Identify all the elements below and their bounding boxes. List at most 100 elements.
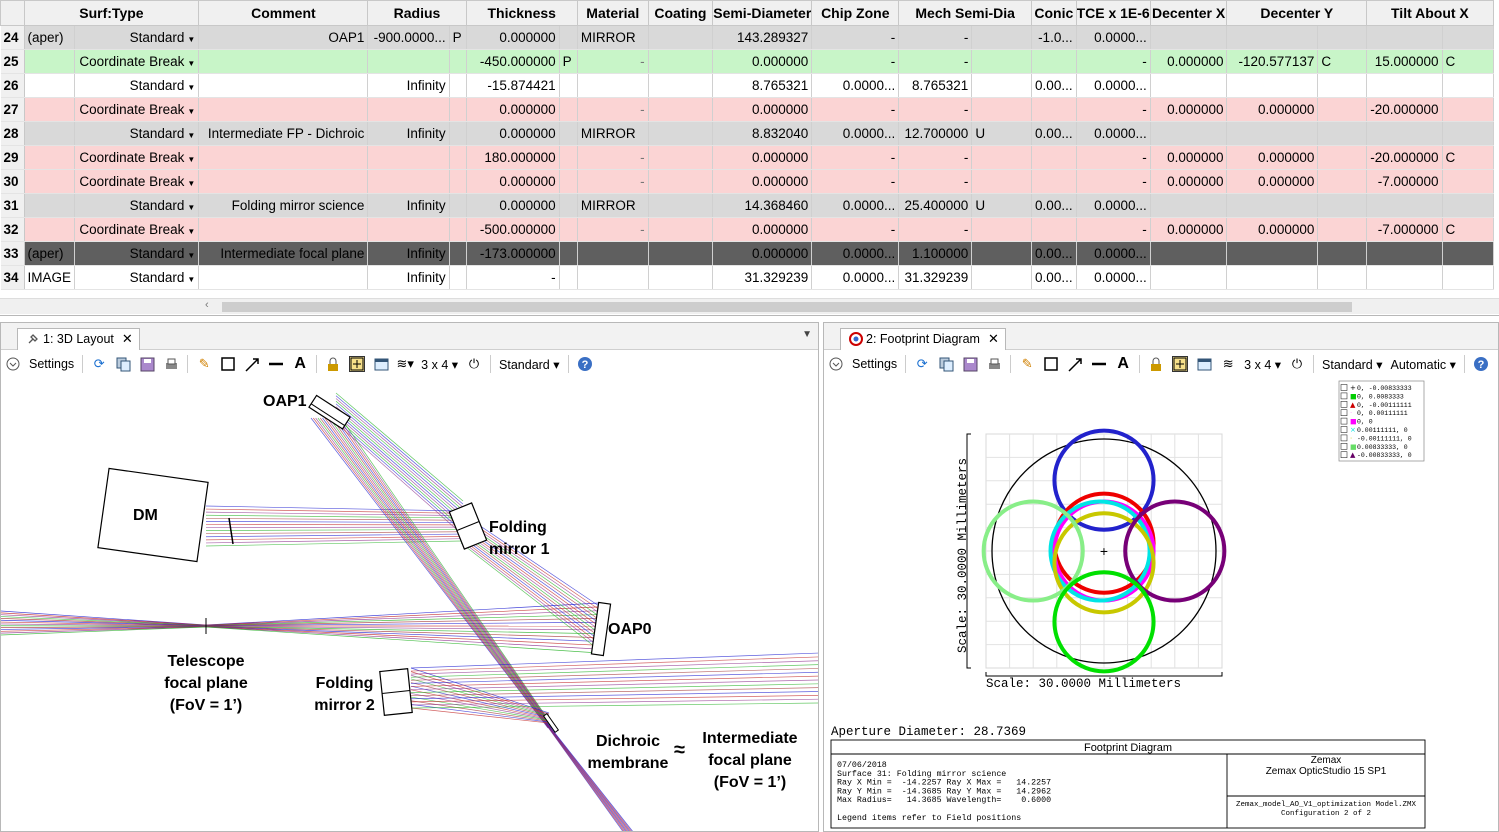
cell-dys[interactable] (1317, 265, 1368, 290)
close-icon[interactable]: ✕ (988, 331, 999, 346)
col-material[interactable]: Material (576, 0, 649, 26)
cell-mech[interactable]: 8.765321 (898, 73, 973, 98)
crosshair-icon[interactable] (349, 356, 366, 372)
cell-coating[interactable] (648, 145, 714, 170)
crosshair-icon[interactable] (1172, 356, 1189, 372)
cell-tilt[interactable] (1366, 193, 1443, 218)
cell-comment[interactable]: Folding mirror science (198, 193, 369, 218)
cell-ms[interactable] (971, 25, 1033, 50)
cell-tce[interactable]: 0.0000... (1076, 265, 1151, 290)
cell-ts[interactable]: P (559, 49, 578, 74)
col-tilt-about-x[interactable]: Tilt About X (1366, 0, 1494, 26)
cell-tce[interactable]: - (1076, 217, 1151, 242)
cell-surf-type[interactable]: Standard ▼ (74, 241, 200, 266)
settings-chevron-icon[interactable] (5, 356, 21, 372)
col-decenter-x[interactable]: Decenter X (1149, 0, 1228, 26)
cell-ms[interactable] (971, 169, 1033, 194)
cell-material[interactable]: MIRROR (577, 193, 649, 218)
dropdown-icon[interactable]: ▼ (187, 251, 195, 260)
cell-thickness[interactable]: -173.000000 (466, 241, 560, 266)
cell-material[interactable]: - (577, 49, 649, 74)
cell-dy[interactable] (1226, 25, 1319, 50)
window-icon[interactable] (373, 356, 389, 372)
copy-icon[interactable] (115, 356, 131, 372)
table-row[interactable]: 25 Coordinate Break ▼ -450.000000 P -0.000000… (0, 49, 1499, 74)
cell-ms[interactable]: U (971, 193, 1033, 218)
cell-ts[interactable] (559, 121, 578, 146)
cell-dy[interactable] (1226, 265, 1319, 290)
cell-chip[interactable]: 0.0000... (811, 121, 900, 146)
cell-conic[interactable] (1031, 217, 1077, 242)
table-row[interactable]: 27 Coordinate Break ▼ 0.000000-0.000000- - -0… (0, 97, 1499, 122)
cell-dy[interactable] (1226, 121, 1319, 146)
cell-comment[interactable]: OAP1 (198, 25, 369, 50)
cell-radius[interactable] (367, 217, 450, 242)
cell-chip[interactable]: - (811, 145, 900, 170)
cell-coating[interactable] (648, 121, 714, 146)
legend-checkbox[interactable] (1340, 434, 1348, 442)
cell-ts[interactable] (559, 241, 578, 266)
cell-coating[interactable] (648, 241, 714, 266)
cell-coating[interactable] (648, 49, 714, 74)
cell-ms[interactable] (971, 145, 1033, 170)
cell-tce[interactable]: 0.0000... (1076, 25, 1151, 50)
cell-mech[interactable]: - (898, 25, 973, 50)
horizontal-scrollbar[interactable]: ‹ (0, 298, 1499, 314)
settings-chevron-icon[interactable] (828, 356, 844, 372)
mode-dropdown[interactable]: Standard ▾ (499, 357, 559, 372)
refresh-icon[interactable]: ⟳ (91, 356, 107, 372)
cell-dy[interactable]: 0.000000 (1226, 145, 1319, 170)
cell-rs[interactable] (449, 121, 467, 146)
cell-ts[interactable] (559, 265, 578, 290)
cell-dx[interactable] (1150, 121, 1228, 146)
cell-ts[interactable] (559, 145, 578, 170)
cell-material[interactable]: - (577, 217, 649, 242)
cell-semi[interactable]: 0.000000 (712, 241, 813, 266)
close-icon[interactable]: ✕ (122, 331, 133, 346)
cell-ts[interactable] (559, 169, 578, 194)
col-coating[interactable]: Coating (647, 0, 714, 26)
cell-surf-type[interactable]: Coordinate Break ▼ (74, 169, 200, 194)
print-icon[interactable] (986, 356, 1002, 372)
cell-conic[interactable] (1031, 49, 1077, 74)
cell-chip[interactable]: 0.0000... (811, 265, 900, 290)
cell-thickness[interactable]: 0.000000 (466, 121, 560, 146)
cell-rs[interactable] (449, 265, 467, 290)
cell-conic[interactable]: -1.0... (1031, 25, 1077, 50)
cell-conic[interactable]: 0.00... (1031, 241, 1077, 266)
cell-dx[interactable]: 0.000000 (1150, 169, 1228, 194)
table-row[interactable]: 28 Standard ▼ Intermediate FP - Dichroic Inf… (0, 121, 1499, 146)
cell-dx[interactable] (1150, 25, 1228, 50)
cell-conic[interactable] (1031, 145, 1077, 170)
cell-pre[interactable] (24, 121, 76, 146)
cell-semi[interactable]: 8.832040 (712, 121, 813, 146)
panel-menu-icon[interactable]: ▼ (802, 329, 812, 340)
cell-semi[interactable]: 0.000000 (712, 217, 813, 242)
cell-mech[interactable]: 25.400000 (898, 193, 973, 218)
cell-coating[interactable] (648, 73, 714, 98)
help-icon[interactable]: ? (1473, 356, 1489, 372)
cell-chip[interactable]: - (811, 169, 900, 194)
cell-coating[interactable] (648, 265, 714, 290)
cell-thickness[interactable]: -15.874421 (466, 73, 560, 98)
cell-mech[interactable]: - (898, 145, 973, 170)
cell-radius[interactable]: Infinity (367, 121, 450, 146)
cell-dys[interactable] (1317, 121, 1368, 146)
pencil-icon[interactable]: ✎ (1019, 356, 1035, 372)
cell-tce[interactable]: 0.0000... (1076, 241, 1151, 266)
cell-dx[interactable]: 0.000000 (1150, 97, 1228, 122)
cell-coating[interactable] (648, 193, 714, 218)
cell-tce[interactable]: - (1076, 145, 1151, 170)
cell-material[interactable]: - (577, 97, 649, 122)
col-radius[interactable]: Radius (367, 0, 467, 26)
settings-button[interactable]: Settings (852, 357, 897, 371)
cell-tls[interactable]: C (1442, 217, 1494, 242)
cell-mech[interactable]: 31.329239 (898, 265, 973, 290)
cell-chip[interactable]: - (811, 217, 900, 242)
cell-dys[interactable] (1317, 193, 1368, 218)
cell-dy[interactable] (1226, 241, 1319, 266)
cell-pre[interactable] (24, 217, 76, 242)
mode-dropdown[interactable]: Standard ▾ (1322, 357, 1382, 372)
rectangle-icon[interactable] (220, 356, 236, 372)
cell-pre[interactable] (24, 145, 76, 170)
